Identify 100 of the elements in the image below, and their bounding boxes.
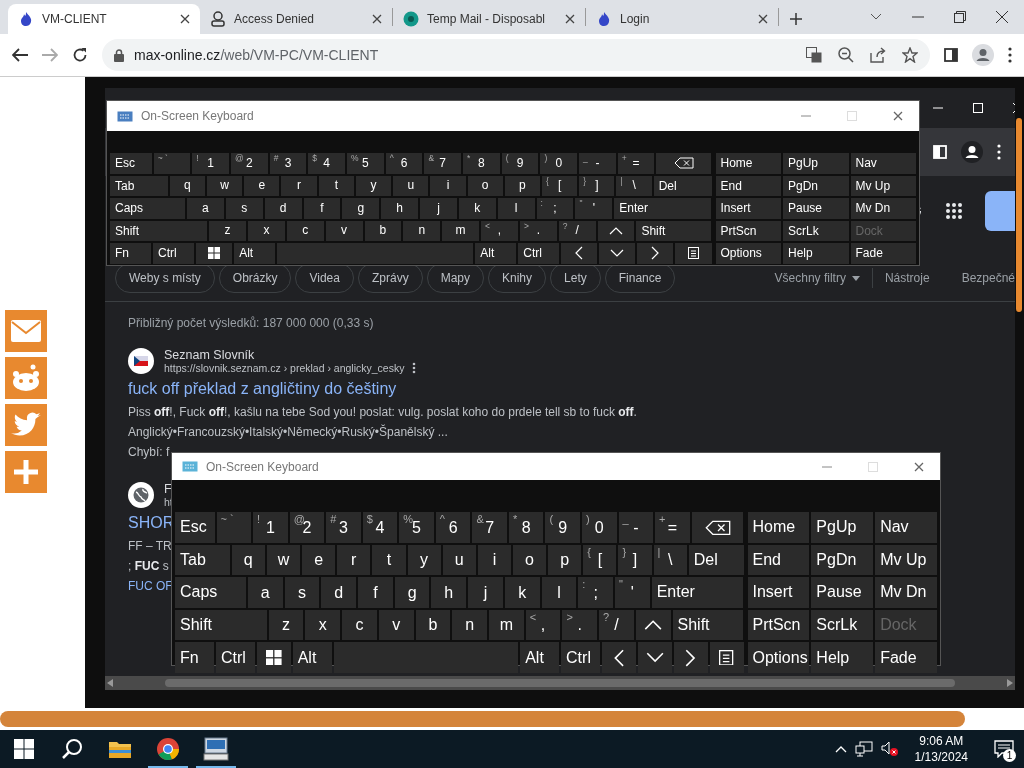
left-key[interactable] — [601, 642, 636, 673]
keyboard-key[interactable]: ! 1 — [253, 512, 288, 543]
close-icon[interactable] — [996, 11, 1008, 23]
keyboard-key[interactable]: w — [207, 175, 243, 196]
keyboard-key[interactable]: Fade — [875, 642, 937, 673]
keyboard-key[interactable]: ? / — [558, 220, 596, 241]
close-icon[interactable] — [565, 14, 575, 24]
keyboard-key[interactable]: _ - — [579, 153, 616, 174]
keyboard-key[interactable]: w — [266, 544, 301, 576]
keyboard-key[interactable]: PrtScn — [715, 220, 781, 241]
keyboard-key[interactable]: b — [364, 220, 402, 241]
keyboard-key[interactable]: u — [393, 175, 429, 196]
back-icon[interactable] — [12, 48, 28, 62]
keyboard-key[interactable]: g — [342, 198, 380, 219]
keyboard-key[interactable]: " ' — [614, 577, 650, 608]
close-icon[interactable] — [180, 14, 190, 24]
all-filters-button[interactable]: Všechny filtry — [774, 271, 860, 285]
keyboard-key[interactable]: v — [325, 220, 363, 241]
keyboard-key[interactable]: n — [403, 220, 441, 241]
keyboard-key[interactable]: ! 1 — [192, 153, 229, 174]
keyboard-key[interactable]: l — [497, 198, 535, 219]
keyboard-key[interactable]: Pause — [811, 577, 874, 608]
down-key[interactable] — [637, 642, 672, 673]
computer-icon[interactable] — [203, 737, 229, 761]
keyboard-key[interactable]: ^ 6 — [385, 153, 423, 174]
profile-icon[interactable] — [972, 44, 994, 66]
keyboard-key[interactable]: Insert — [747, 577, 810, 608]
keyboard-key[interactable]: : ; — [536, 198, 574, 219]
close-icon[interactable] — [914, 461, 924, 472]
keyboard-key[interactable]: ) 0 — [582, 512, 617, 543]
keyboard-key[interactable]: Shift — [110, 220, 208, 241]
keyboard-key[interactable]: Mv Up — [850, 175, 916, 196]
browser-tab[interactable]: Login — [586, 4, 778, 34]
result-title-link[interactable]: fuck off překlad z angličtiny do češtiny — [128, 380, 397, 398]
keyboard-key[interactable]: Mv Dn — [875, 577, 937, 608]
keyboard-key[interactable]: ( 9 — [545, 512, 580, 543]
keyboard-key[interactable]: Del — [653, 175, 712, 196]
keyboard-key[interactable]: += — [655, 512, 690, 543]
keyboard-key[interactable]: d — [264, 198, 302, 219]
browser-tab[interactable]: VM-CLIENT — [8, 4, 200, 34]
keyboard-key[interactable]: Del — [688, 544, 744, 576]
keyboard-key[interactable]: Shift — [636, 220, 712, 241]
result-sitelink[interactable]: FUC OF — [128, 576, 173, 596]
keyboard-key[interactable]: Tab — [175, 544, 230, 576]
keyboard-key[interactable]: { [ — [583, 544, 617, 576]
keyboard-key[interactable]: y — [355, 175, 392, 196]
keyboard-key[interactable]: @ 2 — [231, 153, 268, 174]
keyboard-key[interactable]: Help — [811, 642, 874, 673]
chrome-icon[interactable] — [156, 737, 180, 761]
keyboard-key[interactable]: PgUp — [811, 512, 874, 543]
keyboard-key[interactable]: i — [477, 544, 511, 576]
star-icon[interactable] — [902, 47, 918, 63]
volume-muted-icon[interactable] — [880, 741, 899, 757]
notifications-button[interactable]: 1 — [984, 730, 1024, 768]
translate-icon[interactable] — [806, 47, 822, 63]
keyboard-key[interactable]: r — [337, 544, 371, 576]
keyboard-key[interactable]: q — [169, 175, 206, 196]
keyboard-key[interactable]: v — [378, 609, 414, 641]
more-icon[interactable] — [997, 144, 1001, 160]
side-panel-icon[interactable] — [944, 48, 958, 62]
keyboard-key[interactable]: Insert — [715, 198, 781, 219]
keyboard-key[interactable]: Options — [747, 642, 810, 673]
keyboard-key[interactable]: End — [747, 544, 810, 576]
keyboard-key[interactable]: t — [372, 544, 406, 576]
keyboard-key[interactable]: Ctrl — [153, 243, 195, 264]
keyboard-key[interactable]: Alt — [292, 642, 332, 673]
tab-search-icon[interactable] — [870, 13, 882, 21]
network-icon[interactable] — [854, 741, 873, 757]
keyboard-key[interactable]: _ - — [618, 512, 654, 543]
keyboard-key[interactable]: * 8 — [508, 512, 544, 543]
right-key[interactable] — [673, 642, 708, 673]
browser-tab[interactable]: Access Denied — [200, 4, 392, 34]
keyboard-key[interactable]: i — [430, 175, 466, 196]
keyboard-key[interactable]: n — [452, 609, 487, 641]
keyboard-key[interactable]: ) 0 — [540, 153, 578, 174]
down-key[interactable] — [599, 243, 636, 264]
keyboard-key[interactable]: f — [358, 577, 393, 608]
keyboard-key[interactable]: Esc — [110, 153, 152, 174]
keyboard-key[interactable]: x — [305, 609, 341, 641]
keyboard-key[interactable]: Home — [715, 153, 781, 174]
keyboard-key[interactable]: p — [548, 544, 582, 576]
keyboard-key[interactable]: ScrLk — [783, 220, 849, 241]
keyboard-key[interactable]: & 7 — [424, 153, 462, 174]
keyboard-key[interactable]: ^ 6 — [435, 512, 471, 543]
address-bar[interactable]: max-online.cz/web/VM-PC/VM-CLIENT — [102, 39, 930, 71]
keyboard-key[interactable]: f — [303, 198, 341, 219]
horizontal-scrollbar[interactable] — [105, 676, 1015, 690]
close-icon[interactable] — [893, 111, 903, 121]
keyboard-key[interactable]: PgUp — [783, 153, 849, 174]
share-button[interactable] — [5, 404, 47, 446]
keyboard-key[interactable]: a — [247, 577, 283, 608]
keyboard-key[interactable]: ~ ` — [216, 512, 252, 543]
keyboard-key[interactable]: } ] — [618, 544, 652, 576]
keyboard-key[interactable]: Shift — [672, 609, 744, 641]
more-icon[interactable] — [412, 362, 417, 374]
reload-icon[interactable] — [72, 47, 88, 63]
keyboard-key[interactable]: g — [394, 577, 430, 608]
keyboard-key[interactable]: Ctrl — [518, 243, 560, 264]
keyboard-key[interactable]: End — [715, 175, 781, 196]
keyboard-key[interactable]: ( 9 — [501, 153, 539, 174]
